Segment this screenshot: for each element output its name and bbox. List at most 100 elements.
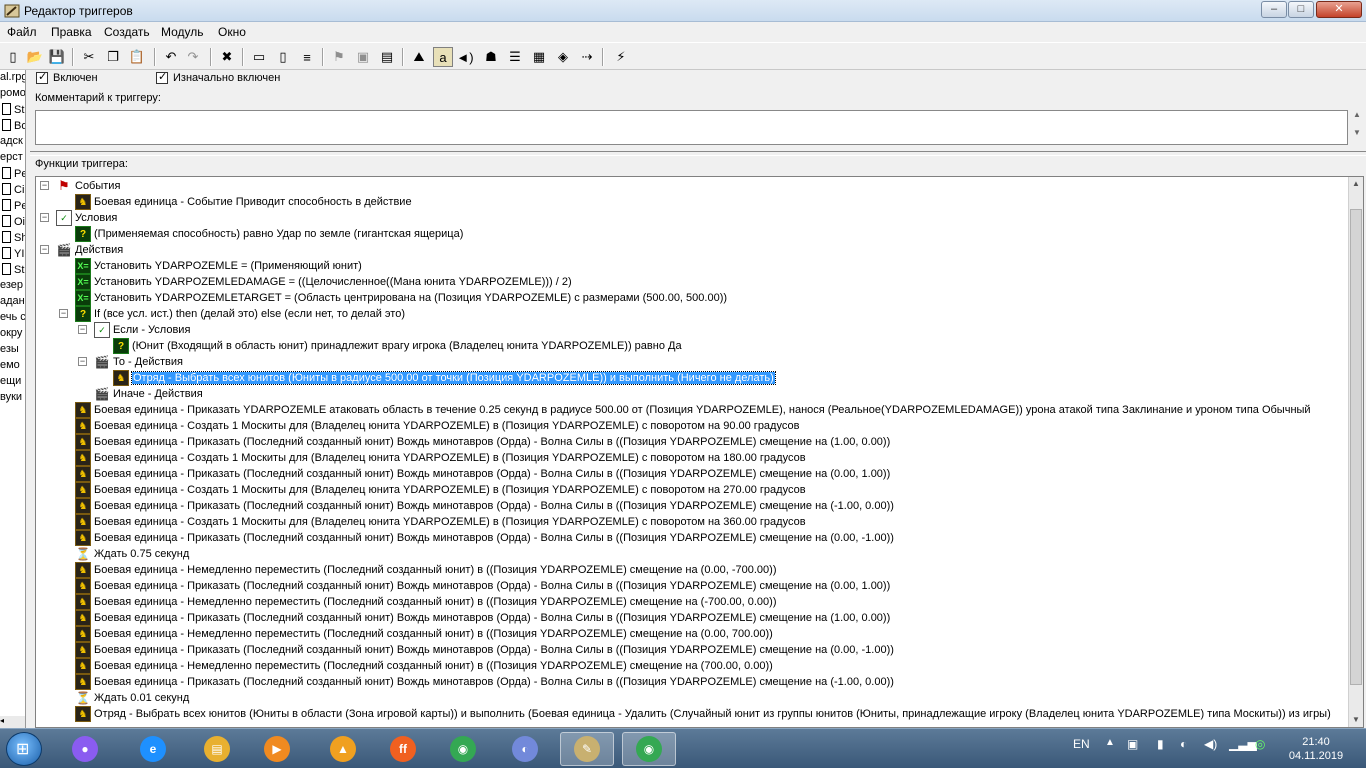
copy-icon[interactable]: ❐ — [103, 47, 123, 67]
trigger-list-item[interactable]: St — [0, 263, 24, 279]
trigger-list-item[interactable]: St — [0, 103, 24, 119]
trigger-list-item[interactable]: ечь с — [0, 311, 25, 327]
tree-node[interactable]: ♞ Боевая единица - Создать 1 Москиты для … — [75, 482, 806, 498]
trigger-list-item[interactable]: езы — [0, 343, 19, 359]
scroll-up-arrow-icon[interactable]: ▲ — [1349, 177, 1363, 191]
import-manager-icon[interactable]: ◈ — [553, 47, 573, 67]
chrome-app-2[interactable]: ◉ — [622, 732, 676, 766]
tree-node[interactable]: ♞ Отряд - Выбрать всех юнитов (Юниты в ра… — [113, 370, 776, 386]
cut-icon[interactable]: ✂ — [79, 47, 99, 67]
trigger-list-item[interactable]: Pe — [0, 199, 25, 215]
menu-file[interactable]: Файл — [7, 25, 37, 39]
network-signal-icon[interactable]: ▁▃▅ — [1229, 737, 1257, 751]
tree-node[interactable]: ✓ Условия — [56, 210, 117, 226]
tree-vscroll[interactable]: ▲ ▼ — [1348, 177, 1363, 727]
trigger-list-item[interactable]: емо — [0, 359, 20, 375]
tree-node[interactable]: 🎬 То - Действия — [94, 354, 183, 370]
trigger-list-item[interactable]: адан — [0, 295, 25, 311]
object-editor-icon[interactable]: ☗ — [481, 47, 501, 67]
tray-expand-icon[interactable]: ▲ — [1105, 737, 1115, 748]
tree-node[interactable]: 🎬 Действия — [56, 242, 124, 258]
trigger-list-item[interactable]: ромо — [0, 87, 25, 103]
close-button[interactable]: ✕ — [1316, 1, 1362, 18]
new-condition-icon[interactable]: ▣ — [353, 47, 373, 67]
minimize-button[interactable]: – — [1261, 1, 1287, 18]
clock[interactable]: 21:40 04.11.2019 — [1280, 735, 1352, 763]
tree-node[interactable]: ♞ Боевая единица - Приказать YDARPOZEMLE … — [75, 402, 1311, 418]
splitter[interactable] — [30, 151, 1366, 156]
trigger-list-item[interactable]: Oi — [0, 215, 25, 231]
menu-window[interactable]: Окно — [218, 25, 246, 39]
open-icon[interactable]: 📂 — [25, 47, 45, 67]
initially-on-checkbox[interactable]: Изначально включен — [156, 70, 280, 84]
trigger-list-item[interactable]: Ci — [0, 183, 24, 199]
tree-node[interactable]: X= Установить YDARPOZEMLEDAMAGE = ((Целоч… — [75, 274, 572, 290]
new-category-icon[interactable]: ▭ — [249, 47, 269, 67]
trigger-list-item[interactable]: Bo — [0, 119, 25, 135]
enabled-checkbox[interactable]: Включен — [36, 70, 98, 84]
discord-tray-icon[interactable]: ◐ — [1180, 737, 1187, 751]
tree-node[interactable]: ♞ Боевая единица - Немедленно переместить… — [75, 594, 777, 610]
collapse-toggle-icon[interactable]: − — [78, 357, 87, 366]
menu-edit[interactable]: Правка — [51, 25, 92, 39]
tree-node[interactable]: ⚑ События — [56, 178, 120, 194]
new-icon[interactable]: ▯ — [3, 47, 23, 67]
scroll-thumb[interactable] — [1350, 209, 1362, 685]
new-action-icon[interactable]: ▤ — [377, 47, 397, 67]
trigger-list-item[interactable]: окру — [0, 327, 22, 343]
tree-node[interactable]: ? (Юнит (Входящий в область юнит) принадл… — [113, 338, 682, 354]
tree-node[interactable]: ♞ Боевая единица - Приказать (Последний с… — [75, 498, 894, 514]
tree-node[interactable]: 🎬 Иначе - Действия — [94, 386, 203, 402]
left-panel-hscroll[interactable]: ◂ — [0, 716, 25, 728]
collapse-toggle-icon[interactable]: − — [40, 213, 49, 222]
tree-node[interactable]: ♞ Боевая единица - Немедленно переместить… — [75, 562, 777, 578]
comment-scrollbar[interactable]: ▲ ▼ — [1350, 110, 1364, 145]
tree-node[interactable]: ♞ Боевая единица - Приказать (Последний с… — [75, 434, 890, 450]
internet-explorer-app[interactable]: e — [126, 732, 180, 766]
comment-input[interactable] — [35, 110, 1348, 145]
test-map-icon[interactable]: ⇢ — [577, 47, 597, 67]
tree-node[interactable]: ♞ Боевая единица - Немедленно переместить… — [75, 658, 773, 674]
exit-icon[interactable]: ⚡ — [611, 47, 631, 67]
tree-node[interactable]: ? If (все усл. ист.) then (делай это) els… — [75, 306, 405, 322]
tree-node[interactable]: ♞ Боевая единица - Немедленно переместить… — [75, 626, 773, 642]
terrain-editor-icon[interactable]: ⛰ — [409, 47, 429, 67]
trigger-list-item[interactable]: ерст — [0, 151, 23, 167]
world-editor-app[interactable]: ✎ — [560, 732, 614, 766]
file-explorer-app[interactable]: ▤ — [190, 732, 244, 766]
tree-node[interactable]: ? (Применяемая способность) равно Удар по… — [75, 226, 463, 242]
tree-node[interactable]: X= Установить YDARPOZEMLE = (Применяющий … — [75, 258, 362, 274]
trigger-list-item[interactable]: ещи — [0, 375, 21, 391]
trigger-list-item[interactable]: езер — [0, 279, 23, 295]
new-trigger-icon[interactable]: ▯ — [273, 47, 293, 67]
tree-node[interactable]: X= Установить YDARPOZEMLETARGET = (Област… — [75, 290, 727, 306]
undo-icon[interactable]: ↶ — [161, 47, 181, 67]
discord-app[interactable]: ◐ — [498, 732, 552, 766]
media-player-app[interactable]: ▶ — [250, 732, 304, 766]
menu-create[interactable]: Создать — [104, 25, 150, 39]
tree-node[interactable]: ♞ Боевая единица - Создать 1 Москиты для … — [75, 514, 806, 530]
battery-icon[interactable]: ▮ — [1157, 737, 1164, 751]
trigger-list-item[interactable]: Pe — [0, 167, 25, 183]
tree-node[interactable]: ♞ Боевая единица - Приказать (Последний с… — [75, 610, 890, 626]
redo-icon[interactable]: ↷ — [183, 47, 203, 67]
tree-node[interactable]: ♞ Боевая единица - Создать 1 Москиты для … — [75, 450, 806, 466]
tree-node[interactable]: ♞ Боевая единица - Приказать (Последний с… — [75, 530, 894, 546]
ai-editor-icon[interactable]: ▦ — [529, 47, 549, 67]
security-tray-icon[interactable]: ◎ — [1255, 737, 1265, 751]
firefox-app[interactable]: ff — [376, 732, 430, 766]
collapse-toggle-icon[interactable]: − — [40, 245, 49, 254]
delete-icon[interactable]: ✖ — [217, 47, 237, 67]
trigger-list-item[interactable]: адск — [0, 135, 23, 151]
save-icon[interactable]: 💾 — [47, 47, 67, 67]
trigger-editor-icon[interactable]: a — [433, 47, 453, 67]
tree-node[interactable]: ♞ Боевая единица - Событие Приводит спосо… — [75, 194, 412, 210]
collapse-toggle-icon[interactable]: − — [78, 325, 87, 334]
trigger-list-item[interactable]: вуки — [0, 391, 22, 407]
maximize-button[interactable]: □ — [1288, 1, 1314, 18]
tree-node[interactable]: ♞ Боевая единица - Приказать (Последний с… — [75, 578, 890, 594]
collapse-toggle-icon[interactable]: − — [40, 181, 49, 190]
tree-node[interactable]: ⏳ Ждать 0.01 секунд — [75, 690, 190, 706]
origin-app[interactable]: ▲ — [316, 732, 370, 766]
trigger-list-item[interactable]: YI — [0, 247, 24, 263]
